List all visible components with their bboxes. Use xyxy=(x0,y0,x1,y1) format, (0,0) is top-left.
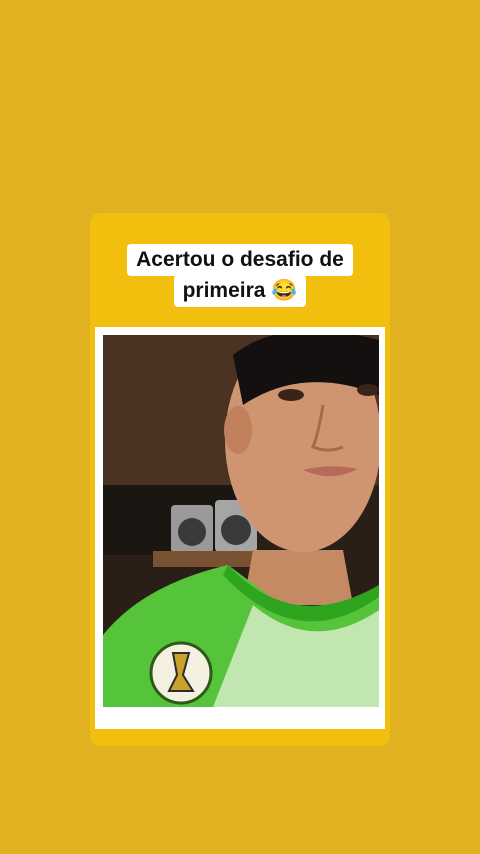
caption: Acertou o desafio de primeira 😂 xyxy=(90,244,390,307)
watermark-handle: @O milior xyxy=(104,710,176,727)
story-card: Acertou o desafio de primeira 😂 @O milio… xyxy=(90,213,390,746)
video-still[interactable] xyxy=(103,335,379,707)
caption-line-1: Acertou o desafio de xyxy=(127,244,353,276)
person-video-image xyxy=(103,335,379,707)
video-frame xyxy=(95,327,385,729)
caption-line-2: primeira 😂 xyxy=(173,275,307,307)
speaker-left-icon xyxy=(171,505,213,553)
jersey-badge-icon xyxy=(149,641,213,705)
